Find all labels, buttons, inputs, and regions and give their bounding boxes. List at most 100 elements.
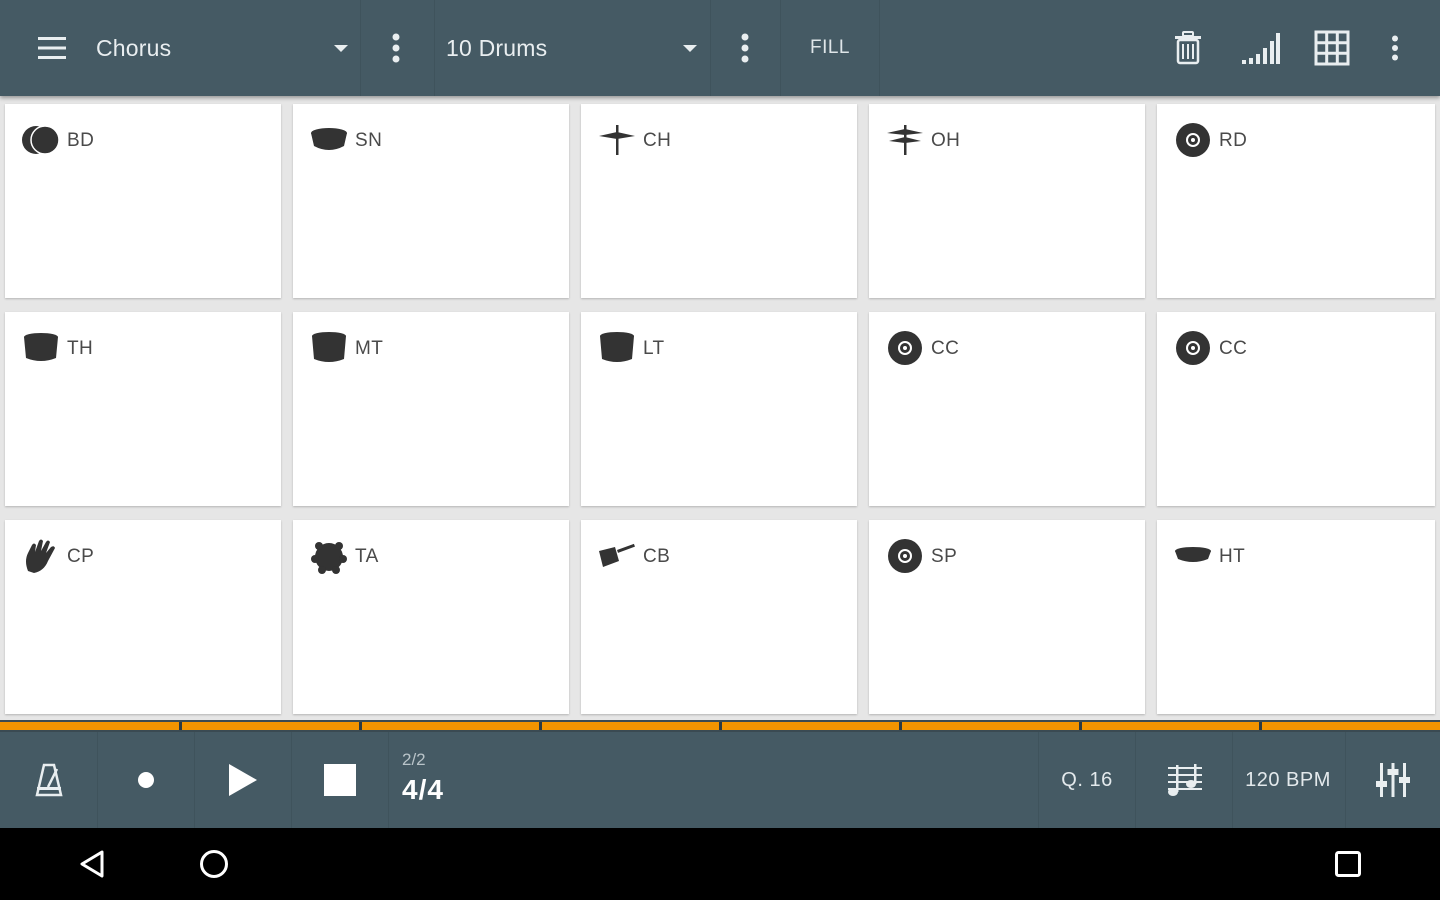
stop-icon xyxy=(324,764,356,796)
kit-selector[interactable]: 10 Drums xyxy=(446,0,706,96)
drum-pad-grid: BD SN CH OH RD TH MT LT CC CC CP TA CB S… xyxy=(0,96,1440,720)
grid-icon xyxy=(1314,30,1350,66)
progress-segment xyxy=(1080,722,1260,730)
progress-divider xyxy=(359,722,362,730)
progress-segment xyxy=(180,722,360,730)
kit-name: 10 Drums xyxy=(446,34,548,61)
pad-label: SP xyxy=(931,546,958,567)
drum-pad[interactable]: TA xyxy=(293,520,569,714)
pattern-options-icon xyxy=(392,33,400,63)
bass-drum-icon xyxy=(19,118,63,162)
pattern-name: Chorus xyxy=(96,34,172,61)
velocity-button[interactable] xyxy=(1240,0,1282,96)
mixer-button[interactable] xyxy=(1346,732,1440,828)
drum-pad[interactable]: OH xyxy=(869,104,1145,298)
grid-view-button[interactable] xyxy=(1313,0,1351,96)
back-button[interactable] xyxy=(44,828,140,900)
notes-button[interactable] xyxy=(1136,732,1232,828)
progress-divider xyxy=(1259,722,1262,730)
crash-cymbal-icon xyxy=(1171,326,1215,370)
pattern-dropdown-icon xyxy=(334,45,348,52)
progress-segment xyxy=(360,722,540,730)
time-signature: 4/4 xyxy=(402,774,444,805)
back-icon xyxy=(80,850,104,878)
home-button[interactable] xyxy=(166,828,262,900)
drum-pad[interactable]: BD xyxy=(5,104,281,298)
drum-pad[interactable]: CP xyxy=(5,520,281,714)
progress-segment xyxy=(0,722,180,730)
drum-pad[interactable]: CB xyxy=(581,520,857,714)
hand-tom-icon xyxy=(1171,534,1215,578)
drum-pad[interactable]: TH xyxy=(5,312,281,506)
progress-divider xyxy=(539,722,542,730)
drum-pad[interactable]: CH xyxy=(581,104,857,298)
mixer-icon xyxy=(1376,763,1410,797)
progress-divider xyxy=(1079,722,1082,730)
pad-label: RD xyxy=(1219,130,1248,151)
velocity-icon xyxy=(1242,33,1280,64)
closed-hihat-icon xyxy=(595,118,639,162)
kit-dropdown-icon xyxy=(683,45,697,52)
tambourine-icon xyxy=(307,534,351,578)
drum-pad[interactable]: HT xyxy=(1157,520,1435,714)
progress-divider xyxy=(899,722,902,730)
recents-icon xyxy=(1335,851,1361,877)
metronome-button[interactable] xyxy=(0,732,97,828)
kit-options-icon xyxy=(741,33,749,63)
play-button[interactable] xyxy=(195,732,291,828)
pattern-selector[interactable]: Chorus xyxy=(96,0,356,96)
quantize-button[interactable]: Q. 16 xyxy=(1039,732,1135,828)
pad-label: HT xyxy=(1219,546,1246,567)
menu-button[interactable] xyxy=(36,0,68,96)
progress-segment xyxy=(900,722,1080,730)
quantize-value: Q. 16 xyxy=(1061,768,1113,791)
pad-label: SN xyxy=(355,130,383,151)
pattern-progress-bar xyxy=(0,720,1440,732)
high-tom-icon xyxy=(19,326,63,370)
progress-segment xyxy=(540,722,720,730)
fill-button[interactable]: FILL xyxy=(781,0,879,96)
more-options-button[interactable] xyxy=(1384,0,1406,96)
drum-pad[interactable]: CC xyxy=(869,312,1145,506)
trash-icon xyxy=(1175,31,1201,65)
pad-label: CP xyxy=(67,546,95,567)
drum-pad[interactable]: RD xyxy=(1157,104,1435,298)
pattern-options-button[interactable] xyxy=(385,0,407,96)
record-icon xyxy=(138,772,154,788)
clear-pattern-button[interactable] xyxy=(1170,0,1206,96)
progress-divider xyxy=(179,722,182,730)
low-tom-icon xyxy=(595,326,639,370)
pad-label: CB xyxy=(643,546,671,567)
drum-pad[interactable]: MT xyxy=(293,312,569,506)
metronome-icon xyxy=(34,763,63,797)
pad-label: OH xyxy=(931,130,961,151)
fill-label: FILL xyxy=(809,37,851,58)
record-button[interactable] xyxy=(98,732,194,828)
pad-label: TH xyxy=(67,338,94,359)
kit-options-button[interactable] xyxy=(734,0,756,96)
progress-segment xyxy=(720,722,900,730)
drum-pad[interactable]: LT xyxy=(581,312,857,506)
position-display[interactable]: 2/2 4/4 xyxy=(402,750,444,806)
play-icon xyxy=(229,764,257,796)
pad-label: CC xyxy=(931,338,960,359)
system-navigation-bar xyxy=(0,828,1440,900)
more-options-icon xyxy=(1392,35,1398,61)
recents-button[interactable] xyxy=(1300,828,1396,900)
ride-cymbal-icon xyxy=(1171,118,1215,162)
open-hihat-icon xyxy=(883,118,927,162)
progress-divider xyxy=(719,722,722,730)
snare-icon xyxy=(307,118,351,162)
crash-cymbal-icon xyxy=(883,326,927,370)
bar-position: 2/2 xyxy=(402,750,426,769)
home-icon xyxy=(200,850,228,878)
splash-cymbal-icon xyxy=(883,534,927,578)
drum-pad[interactable]: SP xyxy=(869,520,1145,714)
drum-pad[interactable]: SN xyxy=(293,104,569,298)
pad-label: LT xyxy=(643,338,665,359)
drum-pad[interactable]: CC xyxy=(1157,312,1435,506)
stop-button[interactable] xyxy=(292,732,388,828)
cowbell-icon xyxy=(595,534,639,578)
pad-label: MT xyxy=(355,338,384,359)
tempo-button[interactable]: 120 BPM xyxy=(1233,732,1343,828)
